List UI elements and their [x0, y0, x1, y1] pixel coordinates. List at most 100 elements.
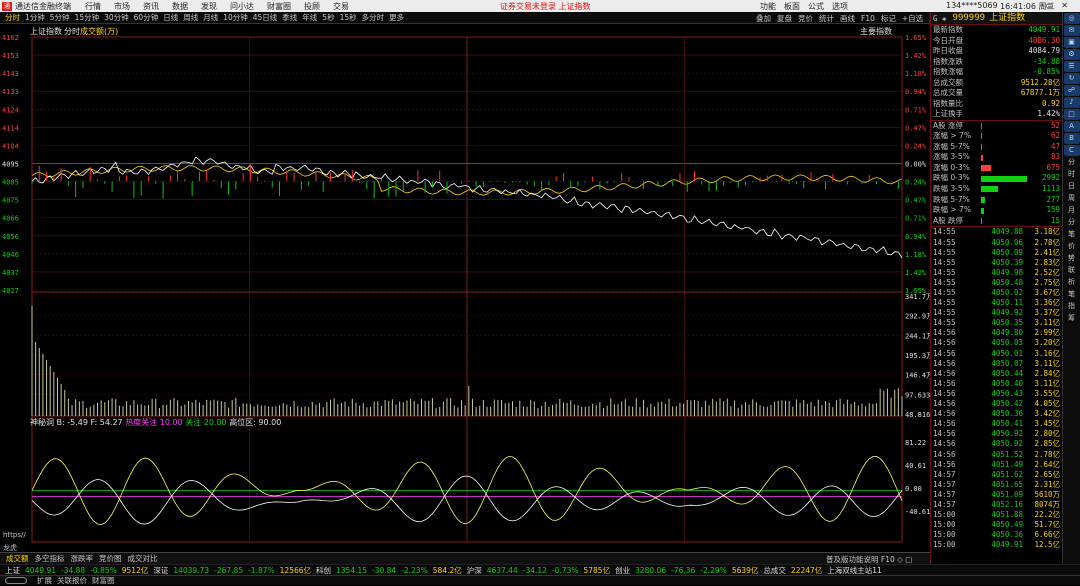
footer-tab[interactable]: 扩展	[37, 575, 52, 586]
period-tab[interactable]: 5秒	[322, 13, 334, 22]
sidebar-button[interactable]: ☰	[1063, 61, 1080, 72]
period-tab[interactable]: 更多	[389, 13, 404, 22]
sidebar-button[interactable]: ◎	[1063, 13, 1080, 24]
toggle-switch[interactable]	[5, 577, 27, 584]
sidebar-button[interactable]: ♪	[1063, 97, 1080, 108]
sidebar-button[interactable]: 联	[1064, 265, 1080, 276]
sidebar-button[interactable]: 日	[1064, 181, 1080, 192]
bottom-tab[interactable]: 多空指标	[35, 553, 65, 564]
sidebar-button[interactable]: 时	[1064, 169, 1080, 180]
period-tab[interactable]: 10分钟	[223, 13, 248, 22]
tick-row: 14:56 4050.92 2.80亿	[931, 429, 1062, 439]
sidebar-button[interactable]: ⚙	[1063, 49, 1080, 60]
sidebar-button[interactable]: 周	[1064, 193, 1080, 204]
advance-decline-row: A股 跌停 15	[931, 216, 1062, 227]
indicator-title[interactable]: 神秘洞 B: -5.49 F: 54.27 热度关注 10.00 关注 20.0…	[30, 417, 281, 428]
period-tab[interactable]: 日线	[163, 13, 178, 22]
sidebar-button[interactable]: ↻	[1063, 73, 1080, 84]
tick-amount: 3.20亿	[1034, 338, 1060, 348]
tick-row: 14:56 4050.41 3.45亿	[931, 419, 1062, 429]
sidebar-button[interactable]: A	[1063, 121, 1080, 132]
tick-time: 14:55	[933, 227, 956, 237]
sidebar-button[interactable]: 分	[1064, 157, 1080, 168]
sidebar-button[interactable]: 筹	[1064, 313, 1080, 324]
ad-label: 涨幅 > 7%	[933, 131, 971, 141]
sidebar-button[interactable]: 月	[1064, 205, 1080, 216]
quote-value: 67877.1万	[1020, 88, 1060, 97]
menu-item[interactable]: 投顾	[304, 2, 320, 11]
sidebar-button[interactable]: ✉	[1063, 25, 1080, 36]
bottom-tab[interactable]: 竞价图	[99, 553, 122, 564]
period-tab[interactable]: 多分时	[362, 13, 385, 22]
login-status[interactable]: 证券交易未登录 上证指数	[500, 1, 591, 12]
period-tab[interactable]: 45日线	[253, 13, 278, 22]
sidebar-button[interactable]: C	[1063, 145, 1080, 156]
sidebar-button[interactable]: B	[1063, 133, 1080, 144]
period-tab[interactable]: 5分钟	[50, 13, 70, 22]
menu-item[interactable]: 财富圈	[267, 2, 291, 11]
footer-tab[interactable]: 财富圈	[92, 575, 115, 586]
period-tab[interactable]: 30分钟	[104, 13, 129, 22]
left-tool-item[interactable]: https//	[0, 529, 30, 542]
tool-button[interactable]: 叠加	[756, 14, 771, 23]
bottom-tab[interactable]: 涨跌率	[71, 553, 94, 564]
period-tab[interactable]: 15分钟	[75, 13, 100, 22]
tick-price: 4050.03	[991, 338, 1023, 348]
period-tab[interactable]: 1分钟	[25, 13, 45, 22]
top-menu-item[interactable]: 公式	[808, 2, 824, 11]
menu-item[interactable]: 交易	[333, 2, 349, 11]
tool-button[interactable]: 复盘	[777, 14, 792, 23]
sidebar-button[interactable]: 笔	[1064, 229, 1080, 240]
menu-item[interactable]: 问小达	[230, 2, 254, 11]
period-tab[interactable]: 月线	[203, 13, 218, 22]
sidebar-button[interactable]: 指	[1064, 301, 1080, 312]
tool-button[interactable]: 标记	[881, 14, 896, 23]
sidebar-button[interactable]: 价	[1064, 241, 1080, 252]
sidebar-button[interactable]: ▣	[1063, 37, 1080, 48]
menu-item[interactable]: 资讯	[143, 2, 159, 11]
tick-list[interactable]: 14:55 4049.88 3.18亿 14:55 4050.06 2.78亿 14:55 4…	[931, 227, 1062, 550]
period-tab[interactable]: 季线	[282, 13, 297, 22]
quote-code: 999999	[952, 13, 986, 23]
sidebar-button[interactable]: 析	[1064, 277, 1080, 288]
menu-item[interactable]: 行情	[85, 2, 101, 11]
tool-button[interactable]: 竞价	[798, 14, 813, 23]
user-account[interactable]: 134****5069	[946, 1, 998, 10]
bottom-tab[interactable]: 成交对比	[128, 553, 158, 564]
ad-value: 277	[1046, 194, 1060, 204]
period-tab[interactable]: 分时	[5, 13, 20, 22]
sidebar-button[interactable]: 势	[1064, 253, 1080, 264]
tool-button[interactable]: 画线	[840, 14, 855, 23]
period-tab[interactable]: 年线	[302, 13, 317, 22]
window-controls[interactable]: ▭✕	[1046, 1, 1076, 10]
top-menu-item[interactable]: 功能	[760, 2, 776, 11]
tool-button[interactable]: F10	[861, 14, 875, 23]
top-menu-item[interactable]: 选项	[832, 2, 848, 11]
tick-price: 4050.35	[991, 318, 1023, 328]
volume-type-label[interactable]: 成交额(万)	[80, 26, 118, 37]
tool-button[interactable]: +自选	[902, 14, 923, 23]
tick-amount: 4.05亿	[1034, 399, 1060, 409]
period-tab[interactable]: 15秒	[340, 13, 357, 22]
tick-price: 4052.16	[991, 499, 1023, 509]
chart-canvas[interactable]: 4162 1.65% 4153 1.42% 4143 1.18% 4133 0.94% 4124…	[0, 24, 935, 560]
tick-row: 14:55 4050.39 2.83亿	[931, 258, 1062, 268]
tool-button[interactable]: 统计	[819, 14, 834, 23]
menu-item[interactable]: 发现	[201, 2, 217, 11]
period-tab[interactable]: 周线	[183, 13, 198, 22]
sidebar-button[interactable]: 笔	[1064, 289, 1080, 300]
period-tab[interactable]: 60分钟	[134, 13, 159, 22]
intraday-chart[interactable]: 4162 1.65% 4153 1.42% 4143 1.18% 4133 0.94% 4124…	[0, 24, 935, 565]
footer-tab[interactable]: 关联报价	[57, 575, 87, 586]
major-index-button[interactable]: 主要指数	[860, 26, 892, 37]
menu-item[interactable]: 数据	[172, 2, 188, 11]
sidebar-button[interactable]: 分	[1064, 217, 1080, 228]
sidebar-button[interactable]: ☍	[1063, 85, 1080, 96]
price-tick-label: 4085	[2, 179, 19, 187]
top-menu-item[interactable]: 板面	[784, 2, 800, 11]
sidebar-button[interactable]: □	[1063, 109, 1080, 120]
bottom-tab[interactable]: 成交额	[6, 553, 29, 564]
tick-row: 14:57 4051.09 5610万	[931, 490, 1062, 500]
menu-item[interactable]: 市场	[114, 2, 130, 11]
quote-label: 昨日收盘	[933, 46, 963, 55]
